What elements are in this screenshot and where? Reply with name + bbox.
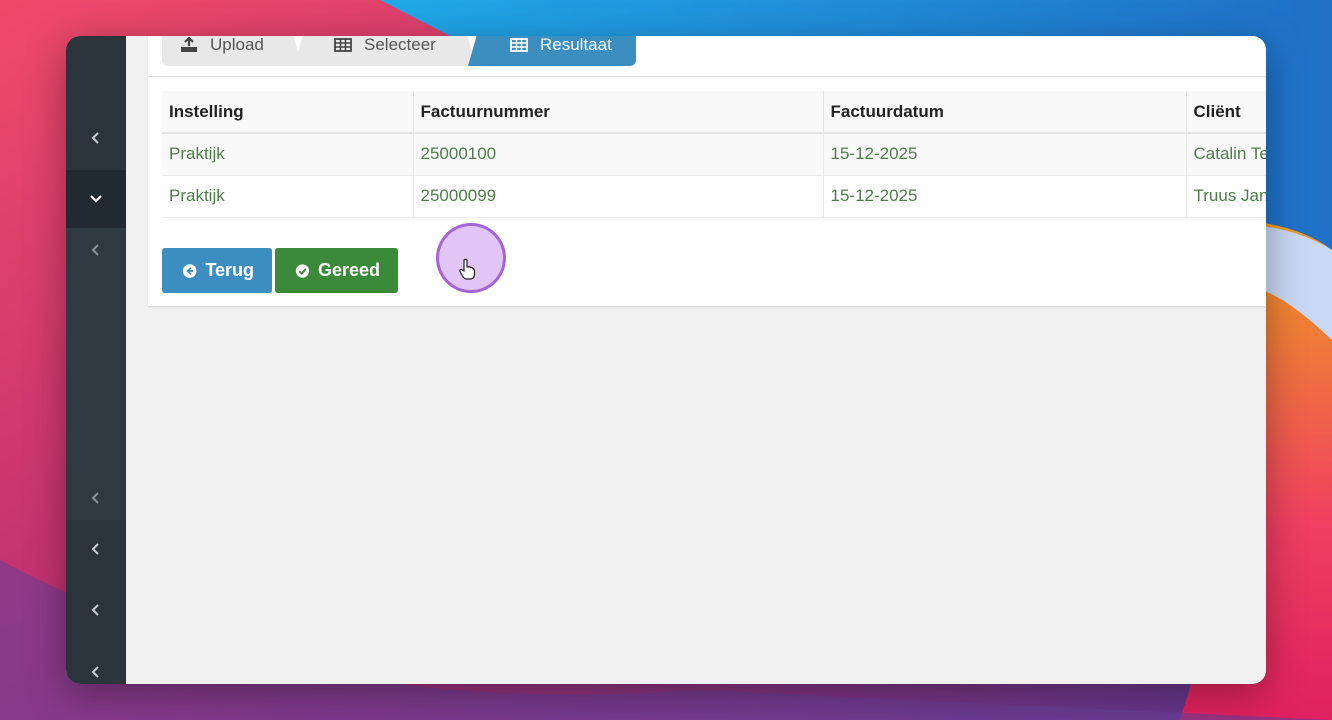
- result-panel: Upload Selecteer Resultaat Instelling Fa…: [148, 36, 1266, 307]
- column-header-instelling[interactable]: Instelling: [162, 91, 414, 134]
- table-icon: [334, 38, 352, 52]
- step-resultaat[interactable]: Resultaat: [468, 36, 636, 66]
- sidebar-item-7[interactable]: [66, 642, 126, 684]
- cell-instelling: Praktijk: [162, 175, 414, 218]
- step-selecteer-label: Selecteer: [364, 36, 436, 54]
- sidebar: [66, 36, 126, 684]
- arrow-circle-left-icon: [182, 263, 197, 278]
- done-button-label: Gereed: [317, 260, 380, 280]
- done-button[interactable]: Gereed: [275, 248, 398, 293]
- chevron-left-icon: [91, 244, 99, 256]
- step-upload[interactable]: Upload: [162, 36, 302, 66]
- cell-factuurdatum: 15-12-2025: [823, 133, 1187, 176]
- chevron-left-icon: [91, 543, 99, 555]
- wizard-steps: Upload Selecteer Resultaat: [148, 36, 1266, 77]
- table-row[interactable]: Praktijk 25000100 15-12-2025 Catalin Te: [162, 133, 1266, 176]
- cell-factuurnummer: 25000100: [413, 133, 824, 176]
- column-header-client[interactable]: Cliënt: [1186, 91, 1266, 134]
- upload-icon: [181, 37, 197, 52]
- sidebar-item-5[interactable]: [66, 520, 126, 578]
- check-circle-icon: [295, 263, 310, 278]
- result-table: Instelling Factuurnummer Factuurdatum Cl…: [162, 91, 1266, 218]
- hand-cursor-icon: [459, 258, 476, 280]
- chevron-left-icon: [91, 666, 99, 678]
- table-row[interactable]: Praktijk 25000099 15-12-2025 Truus Jan: [162, 175, 1266, 218]
- click-indicator: [436, 223, 506, 293]
- column-header-factuurnummer[interactable]: Factuurnummer: [413, 91, 824, 134]
- chevron-left-icon: [91, 132, 99, 144]
- chevron-left-icon: [91, 492, 99, 504]
- cell-instelling: Praktijk: [162, 133, 414, 176]
- sidebar-item-4[interactable]: [66, 476, 126, 520]
- app-window: Upload Selecteer Resultaat Instelling Fa…: [66, 36, 1266, 684]
- chevron-down-icon: [90, 195, 102, 203]
- column-header-factuurdatum[interactable]: Factuurdatum: [823, 91, 1187, 134]
- back-button-label: Terug: [205, 260, 254, 280]
- sidebar-item-2[interactable]: [66, 170, 126, 228]
- cell-client: Truus Jan: [1186, 175, 1266, 218]
- step-resultaat-label: Resultaat: [540, 36, 612, 54]
- sidebar-item-6[interactable]: [66, 580, 126, 640]
- cell-factuurdatum: 15-12-2025: [823, 175, 1187, 218]
- step-selecteer[interactable]: Selecteer: [294, 36, 476, 66]
- cell-factuurnummer: 25000099: [413, 175, 824, 218]
- action-buttons: Terug Gereed: [162, 248, 398, 293]
- table-header-row: Instelling Factuurnummer Factuurdatum Cl…: [162, 91, 1266, 134]
- sidebar-item-3[interactable]: [66, 228, 126, 272]
- main-content: Upload Selecteer Resultaat Instelling Fa…: [126, 36, 1266, 684]
- step-upload-label: Upload: [210, 36, 264, 54]
- sidebar-item-1[interactable]: [66, 108, 126, 168]
- cell-client: Catalin Te: [1186, 133, 1266, 176]
- back-button[interactable]: Terug: [162, 248, 272, 293]
- table-icon: [510, 38, 528, 52]
- chevron-left-icon: [91, 604, 99, 616]
